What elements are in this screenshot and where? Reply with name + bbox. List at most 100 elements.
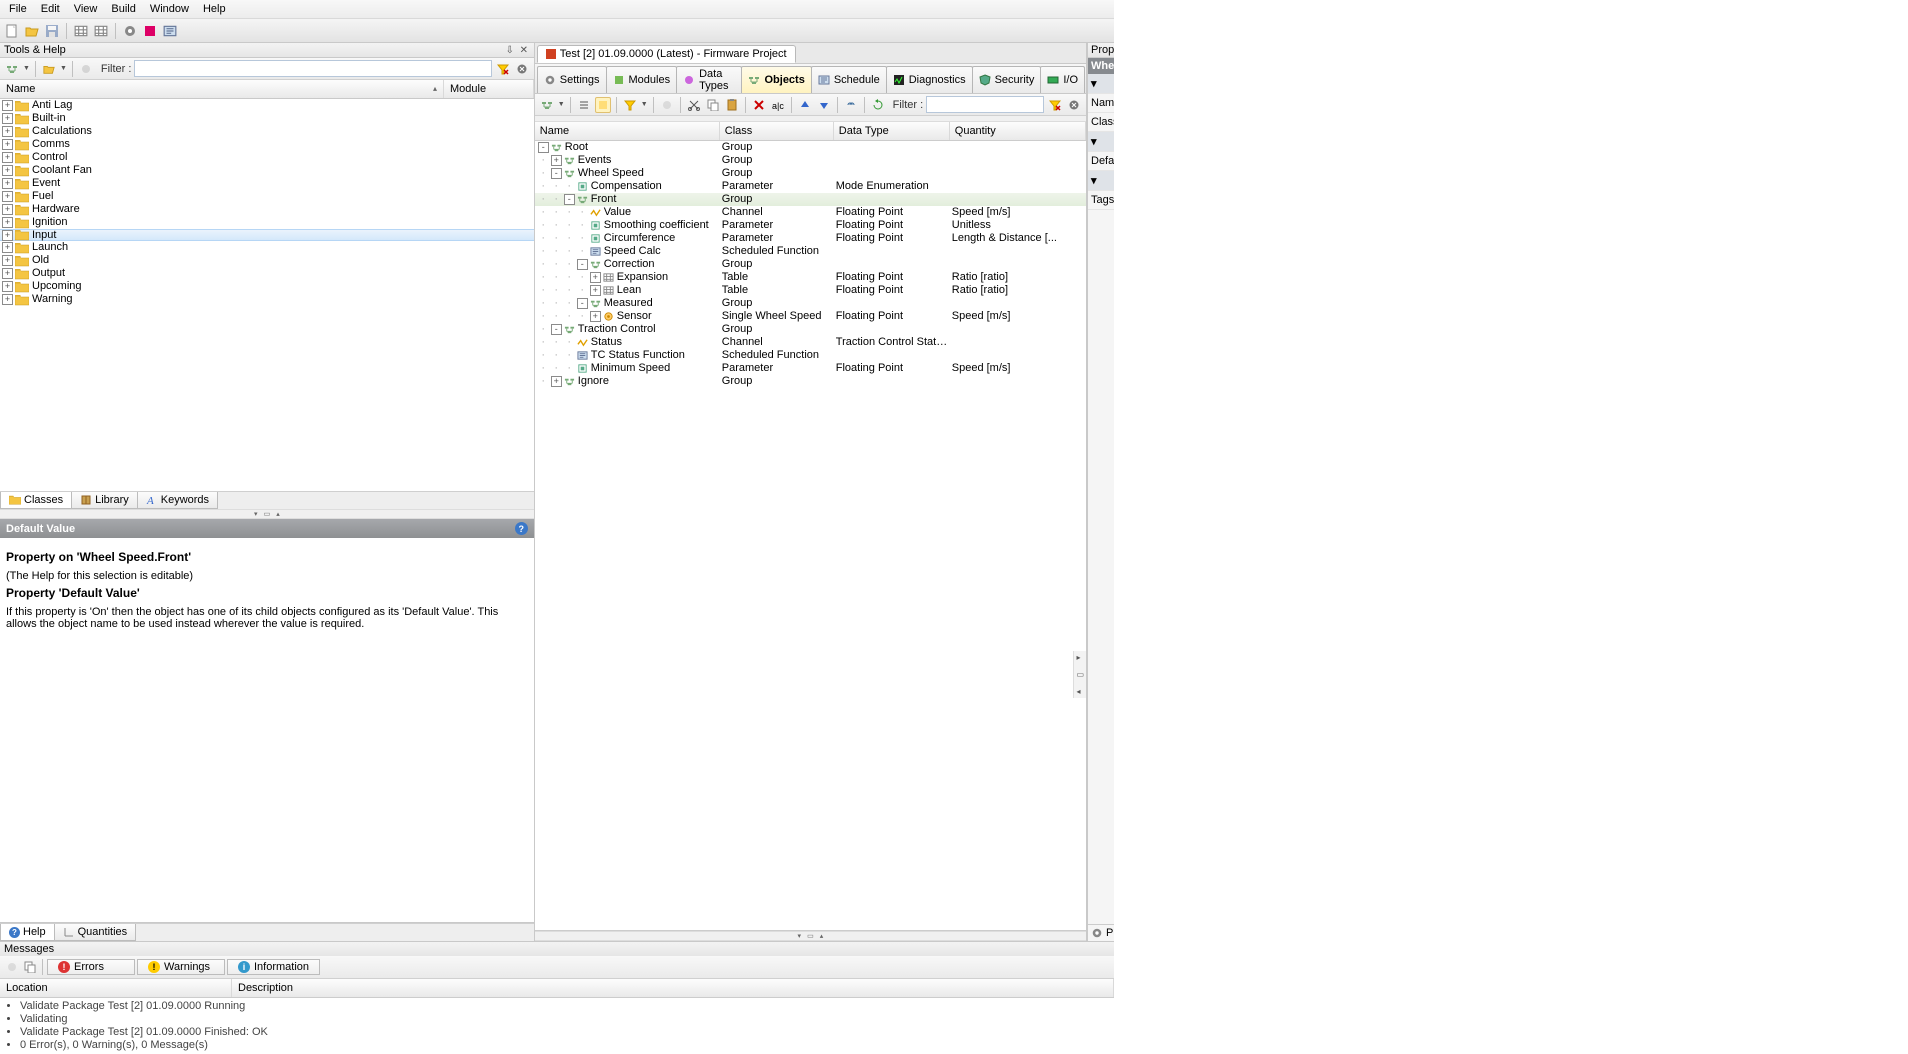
tab-schedule[interactable]: Schedule [811,66,887,93]
expand-icon[interactable]: + [2,230,13,241]
object-tree-row[interactable]: ····+SensorSingle Wheel SpeedFloating Po… [535,310,1086,323]
message-item[interactable]: Validating [20,1013,1110,1026]
object-tree-row[interactable]: ····ValueChannelFloating PointSpeed [m/s… [535,206,1086,219]
message-item[interactable]: 0 Error(s), 0 Warning(s), 0 Message(s) [20,1039,1110,1052]
tab-keywords[interactable]: Keywords [137,492,218,509]
class-tree-item[interactable]: +Calculations [0,125,534,138]
class-tree-item[interactable]: +Hardware [0,203,534,216]
object-tree-row[interactable]: ···CompensationParameterMode Enumeration [535,180,1086,193]
object-tree-row[interactable]: ·+EventsGroup [535,154,1086,167]
col-name[interactable]: Name▴ [0,80,444,98]
expand-icon[interactable]: + [2,165,13,176]
tab-settings[interactable]: Settings [537,66,607,93]
menu-build[interactable]: Build [104,1,142,17]
menu-view[interactable]: View [67,1,105,17]
obj-col-class[interactable]: Class [720,122,834,140]
tab-io[interactable]: I/O [1040,66,1085,93]
object-tree-row[interactable]: ···TC Status FunctionScheduled Function [535,349,1086,362]
left-collapse-bar[interactable]: ▾▭▴ [0,509,534,519]
object-tree-row[interactable]: ·-Wheel SpeedGroup [535,167,1086,180]
tab-datatypes[interactable]: Data Types [676,66,742,93]
obj-list-icon[interactable] [576,97,592,113]
help-icon[interactable]: ? [515,522,528,535]
class-tree-item[interactable]: +Upcoming [0,280,534,293]
toolbar-icon-4[interactable] [142,23,158,39]
message-item[interactable]: Validate Package Test [2] 01.09.0000 Fin… [20,1026,1110,1039]
expand-icon[interactable]: - [577,298,588,309]
tab-diagnostics[interactable]: Diagnostics [886,66,973,93]
object-tree-row[interactable]: ····CircumferenceParameterFloating Point… [535,232,1086,245]
expand-icon[interactable]: - [538,142,549,153]
pin-icon[interactable]: ⇩ [504,44,516,56]
expand-icon[interactable]: + [2,217,13,228]
expand-icon[interactable]: + [2,126,13,137]
class-tree-item[interactable]: +Input [0,229,534,241]
expand-icon[interactable]: + [2,281,13,292]
toolbar-icon-3[interactable] [122,23,138,39]
filter-close-icon[interactable] [514,61,530,77]
open-item-icon[interactable] [41,61,57,77]
object-tree-row[interactable]: ····Speed CalcScheduled Function [535,245,1086,258]
object-tree-row[interactable]: ····+ExpansionTableFloating PointRatio [… [535,271,1086,284]
class-tree-item[interactable]: +Control [0,151,534,164]
expand-icon[interactable]: + [551,155,562,166]
expand-icon[interactable]: + [590,272,601,283]
class-tree-item[interactable]: +Fuel [0,190,534,203]
expand-icon[interactable]: + [2,191,13,202]
expand-icon[interactable]: + [2,113,13,124]
expand-icon[interactable]: - [564,194,575,205]
expand-icon[interactable]: + [2,100,13,111]
open-file-icon[interactable] [24,23,40,39]
obj-filter-close-icon[interactable] [1066,97,1082,113]
tab-classes[interactable]: Classes [0,492,72,509]
tree-mode-icon[interactable] [4,61,20,77]
expand-icon[interactable]: - [551,168,562,179]
paste-icon[interactable] [724,97,740,113]
refresh-icon[interactable] [870,97,886,113]
object-tree-row[interactable]: ···-CorrectionGroup [535,258,1086,271]
tab-objects[interactable]: Objects [741,66,811,93]
link-icon[interactable] [843,97,859,113]
rename-icon[interactable]: a|c [770,97,786,113]
tab-quantities[interactable]: Quantities [54,924,137,941]
expand-icon[interactable]: - [577,259,588,270]
msg-copy-icon[interactable] [22,959,38,975]
msg-col-location[interactable]: Location [0,979,232,997]
toolbar-icon-2[interactable] [93,23,109,39]
class-tree-item[interactable]: +Built-in [0,112,534,125]
prop-name[interactable]: Name [1088,94,1114,113]
tab-modules[interactable]: Modules [606,66,678,93]
obj-col-name[interactable]: Name [535,122,720,140]
delete-icon[interactable] [751,97,767,113]
class-tree-item[interactable]: +Event [0,177,534,190]
tab-help[interactable]: ?Help [0,924,55,941]
class-tree-item[interactable]: +Launch [0,241,534,254]
move-up-icon[interactable] [797,97,813,113]
object-tree-row[interactable]: ····Smoothing coefficientParameterFloati… [535,219,1086,232]
toolbar-icon-1[interactable] [73,23,89,39]
classes-tree[interactable]: +Anti Lag+Built-in+Calculations+Comms+Co… [0,99,534,491]
expand-right-icon[interactable]: ▸ [1076,653,1084,662]
prop-group-2[interactable]: ▾ [1088,132,1114,152]
expand-icon[interactable]: + [2,242,13,253]
clear-filter-icon[interactable] [495,61,511,77]
menu-help[interactable]: Help [196,1,233,17]
class-tree-item[interactable]: +Coolant Fan [0,164,534,177]
class-tree-item[interactable]: +Comms [0,138,534,151]
errors-button[interactable]: !Errors [47,959,135,975]
message-item[interactable]: Validate Package Test [2] 01.09.0000 Run… [20,1000,1110,1013]
class-tree-item[interactable]: +Old [0,254,534,267]
object-tree-row[interactable]: ···-MeasuredGroup [535,297,1086,310]
expand-icon[interactable]: - [551,324,562,335]
save-icon[interactable] [44,23,60,39]
tab-library[interactable]: Library [71,492,138,509]
object-tree-row[interactable]: ··-FrontGroup [535,193,1086,206]
close-icon[interactable]: ✕ [518,44,530,56]
warnings-button[interactable]: !Warnings [137,959,225,975]
move-down-icon[interactable] [816,97,832,113]
copy-icon[interactable] [705,97,721,113]
obj-tree-icon[interactable] [539,97,555,113]
obj-clear-filter-icon[interactable] [1047,97,1063,113]
obj-col-quantity[interactable]: Quantity [950,122,1086,140]
expand-left-icon[interactable]: ◂ [1076,687,1084,696]
